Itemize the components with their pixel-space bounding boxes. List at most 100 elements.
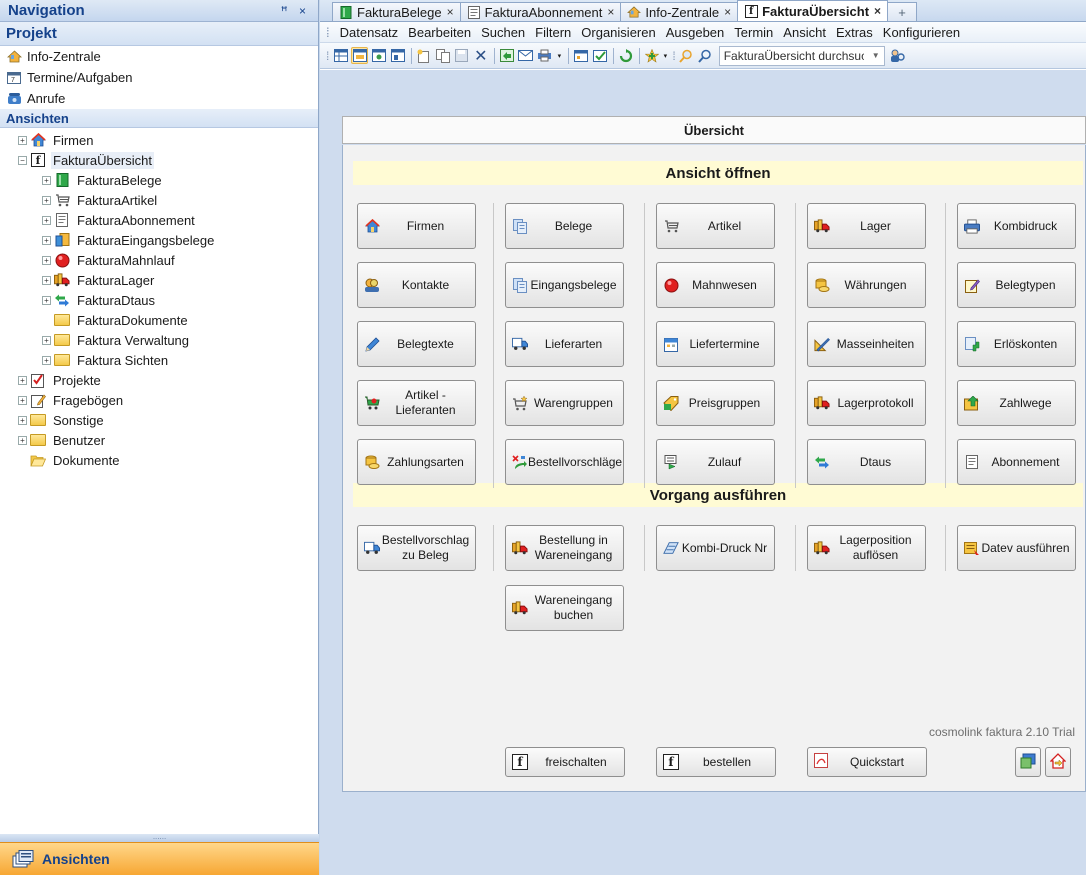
dropdown-arrow-icon[interactable]: ▾ — [662, 47, 668, 64]
search-input-box[interactable]: ▼ — [718, 45, 885, 66]
search-icon[interactable] — [697, 47, 714, 64]
expand-icon[interactable]: + — [18, 435, 27, 445]
chevron-down-icon[interactable]: ▼ — [872, 51, 880, 60]
views-section-header[interactable]: Ansichten — [0, 109, 318, 128]
kontakte-button[interactable]: Kontakte — [357, 262, 476, 308]
expand-icon[interactable]: + — [18, 415, 27, 425]
pin-icon[interactable]: ꟸ — [281, 4, 292, 18]
expand-icon[interactable]: + — [42, 335, 51, 345]
navigation-splitter[interactable]: ...... — [0, 833, 319, 842]
tree-item[interactable]: + FakturaDtaus — [0, 290, 318, 310]
bestellvorschlag-zu-beleg-button[interactable]: Bestellvorschlag zu Beleg — [357, 525, 476, 571]
eingangsbelege-button[interactable]: Eingangsbelege — [505, 262, 624, 308]
detail-view-icon[interactable] — [389, 47, 406, 64]
menu-filtern[interactable]: Filtern — [530, 25, 576, 40]
menu-datensatz[interactable]: Datensatz — [335, 25, 404, 40]
tab-faktura-uebersicht[interactable]: f FakturaÜbersicht × — [737, 0, 889, 21]
tree-item[interactable]: + FakturaBelege — [0, 170, 318, 190]
table-view-icon[interactable] — [332, 47, 349, 64]
home-forward-button[interactable] — [1045, 747, 1071, 777]
wareneingang-buchen-button[interactable]: Wareneingang buchen — [505, 585, 624, 631]
zahlwege-button[interactable]: Zahlwege — [957, 380, 1076, 426]
lieferarten-button[interactable]: Lieferarten — [505, 321, 624, 367]
preisgruppen-button[interactable]: Preisgruppen — [656, 380, 775, 426]
menu-konfigurieren[interactable]: Konfigurieren — [878, 25, 965, 40]
expand-icon[interactable]: + — [42, 255, 51, 265]
lagerposition-auflösen-button[interactable]: Lagerposition auflösen — [807, 525, 926, 571]
project-section-header[interactable]: Projekt — [0, 22, 318, 46]
new-record-icon[interactable] — [415, 47, 432, 64]
expand-icon[interactable]: + — [42, 235, 51, 245]
views-footer-button[interactable]: Ansichten — [0, 842, 319, 875]
artikel-button[interactable]: Artikel — [656, 203, 775, 249]
masseinheiten-button[interactable]: Masseinheiten — [807, 321, 926, 367]
tree-item[interactable]: + FakturaEingangsbelege — [0, 230, 318, 250]
kombidruck-button[interactable]: Kombidruck — [957, 203, 1076, 249]
belege-button[interactable]: Belege — [505, 203, 624, 249]
tree-item[interactable]: + FakturaAbonnement — [0, 210, 318, 230]
tree-item[interactable]: + Faktura Verwaltung — [0, 330, 318, 350]
menu-bearbeiten[interactable]: Bearbeiten — [403, 25, 476, 40]
tree-item[interactable]: Dokumente — [0, 450, 318, 470]
warengruppen-button[interactable]: Warengruppen — [505, 380, 624, 426]
tree-item[interactable]: + Projekte — [0, 370, 318, 390]
expand-icon[interactable]: + — [42, 355, 51, 365]
datev-ausführen-button[interactable]: Datev ausführen — [957, 525, 1076, 571]
tree-item[interactable]: + FakturaLager — [0, 270, 318, 290]
mahnwesen-button[interactable]: Mahnwesen — [656, 262, 775, 308]
quickstart-button[interactable]: Quickstart — [807, 747, 927, 777]
dtaus-button[interactable]: Dtaus — [807, 439, 926, 485]
close-icon[interactable]: × — [607, 5, 614, 19]
export-icon[interactable] — [498, 47, 515, 64]
expand-icon[interactable]: + — [18, 135, 27, 145]
save-icon[interactable] — [453, 47, 470, 64]
nav-link-info-zentrale[interactable]: Info-Zentrale — [0, 46, 318, 67]
tree-item[interactable]: + FakturaArtikel — [0, 190, 318, 210]
tree-item[interactable]: + FakturaMahnlauf — [0, 250, 318, 270]
freischalten-button[interactable]: f freischalten — [505, 747, 625, 777]
search-people-icon[interactable] — [889, 47, 906, 64]
form-view-icon[interactable] — [351, 47, 369, 64]
bestellen-button[interactable]: f bestellen — [656, 747, 776, 777]
print-icon[interactable] — [536, 47, 553, 64]
tab-info-zentrale[interactable]: Info-Zentrale × — [620, 2, 739, 21]
expand-icon[interactable]: + — [42, 295, 51, 305]
expand-icon[interactable]: + — [42, 195, 51, 205]
card-view-icon[interactable] — [370, 47, 387, 64]
task-icon[interactable] — [591, 47, 608, 64]
bestellvorschläge-button[interactable]: Bestellvorschläge — [505, 439, 624, 485]
menu-organisieren[interactable]: Organisieren — [576, 25, 660, 40]
tree-item[interactable]: + Firmen — [0, 130, 318, 150]
zahlungsarten-button[interactable]: Zahlungsarten — [357, 439, 476, 485]
erlöskonten-button[interactable]: Erlöskonten — [957, 321, 1076, 367]
close-icon[interactable]: × — [874, 4, 881, 18]
menu-termin[interactable]: Termin — [729, 25, 778, 40]
expand-icon[interactable]: + — [42, 215, 51, 225]
search-input[interactable] — [723, 48, 864, 63]
menu-extras[interactable]: Extras — [831, 25, 878, 40]
database-button[interactable] — [1015, 747, 1041, 777]
close-icon[interactable]: × — [299, 4, 310, 18]
zulauf-button[interactable]: Zulauf — [656, 439, 775, 485]
tree-item[interactable]: + Benutzer — [0, 430, 318, 450]
tree-item[interactable]: FakturaDokumente — [0, 310, 318, 330]
refresh-icon[interactable] — [617, 47, 634, 64]
expand-icon[interactable]: + — [42, 175, 51, 185]
tree-item[interactable]: + Fragebögen — [0, 390, 318, 410]
menu-ausgeben[interactable]: Ausgeben — [661, 25, 730, 40]
expand-icon[interactable]: + — [42, 275, 51, 285]
tree-item[interactable]: + Sonstige — [0, 410, 318, 430]
belegtypen-button[interactable]: Belegtypen — [957, 262, 1076, 308]
firmen-button[interactable]: Firmen — [357, 203, 476, 249]
liefertermine-button[interactable]: Liefertermine — [656, 321, 775, 367]
kombi-druck-nr-button[interactable]: Kombi-Druck Nr — [656, 525, 775, 571]
lager-button[interactable]: Lager — [807, 203, 926, 249]
favorites-icon[interactable] — [643, 47, 660, 64]
close-icon[interactable]: × — [724, 5, 731, 19]
bestellung-in-wareneingang-button[interactable]: Bestellung in Wareneingang — [505, 525, 624, 571]
nav-link-anrufe[interactable]: Anrufe — [0, 88, 318, 109]
expand-icon[interactable]: + — [18, 395, 27, 405]
collapse-icon[interactable]: − — [18, 155, 27, 165]
close-icon[interactable]: × — [447, 5, 454, 19]
tree-item[interactable]: + Faktura Sichten — [0, 350, 318, 370]
